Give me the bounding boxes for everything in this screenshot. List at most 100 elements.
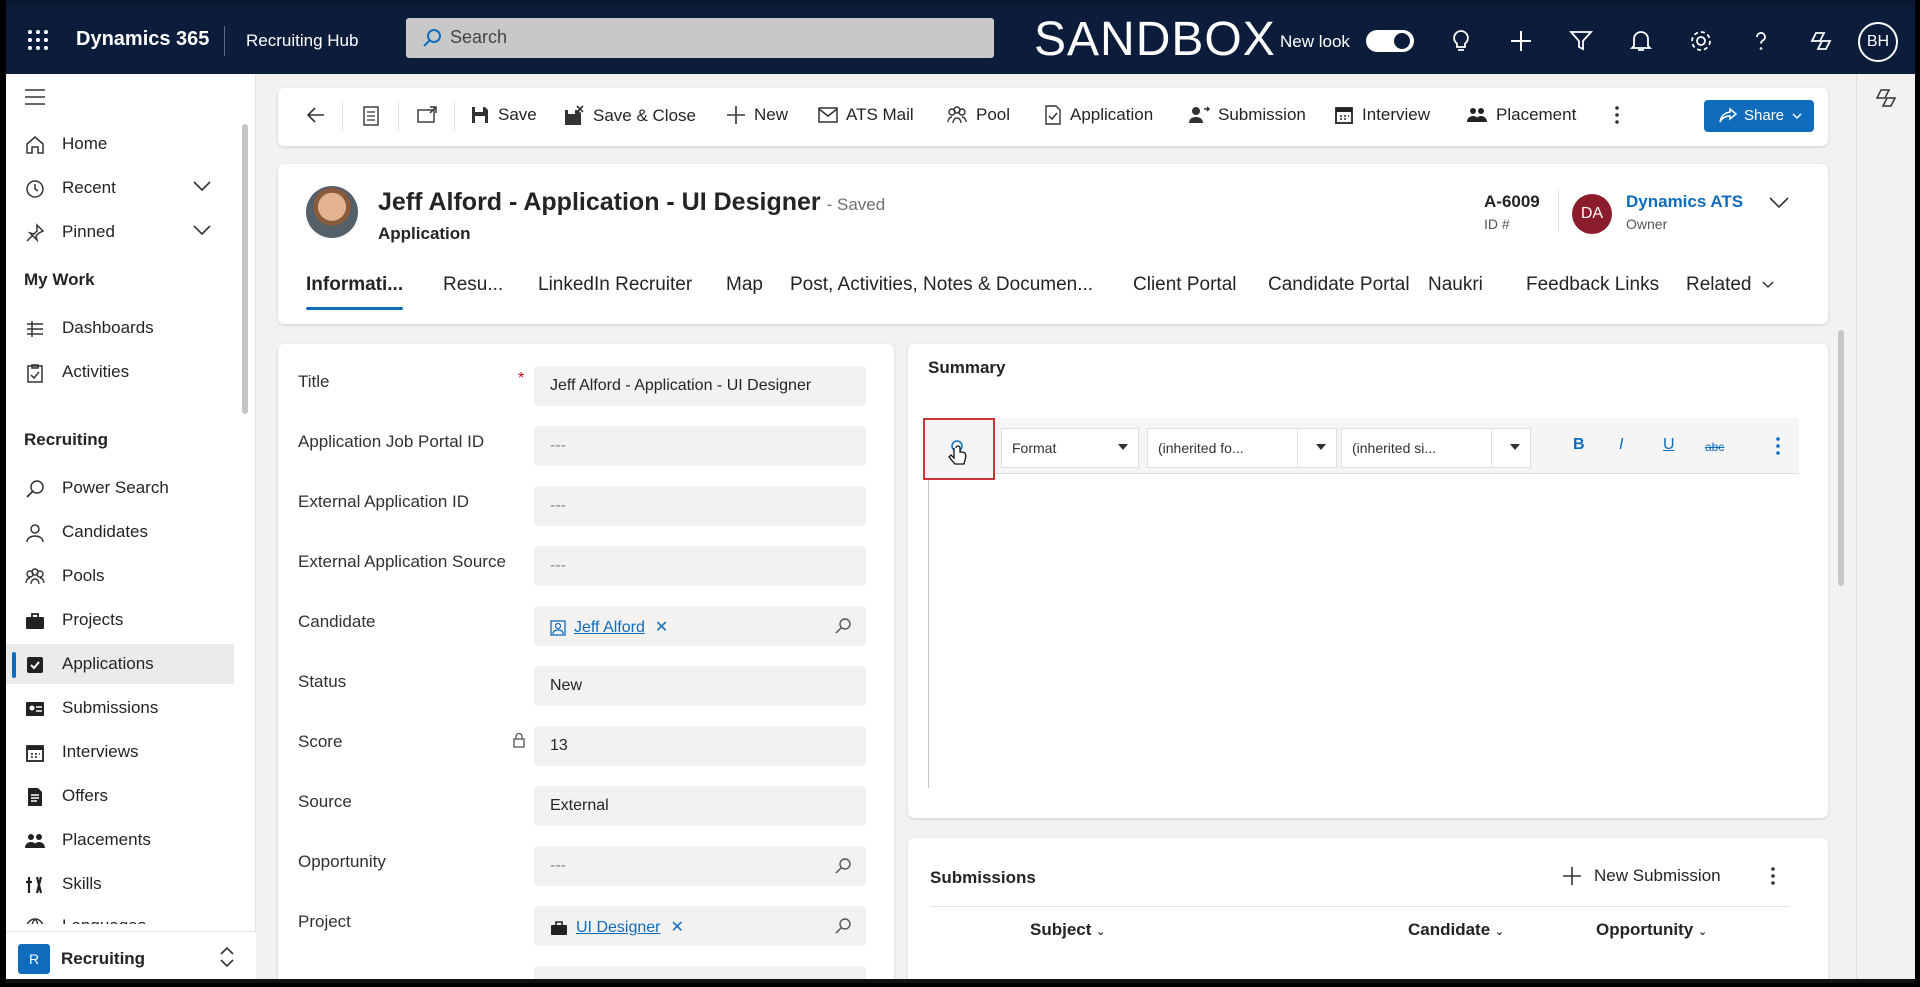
- dashboard-icon: [27, 321, 43, 337]
- column-header-subject[interactable]: Subject ⌄: [1030, 920, 1105, 940]
- more-vertical-icon[interactable]: [1775, 436, 1781, 456]
- tab-post-activities[interactable]: Post, Activities, Notes & Documen...: [790, 274, 1093, 296]
- pool-button[interactable]: Pool: [946, 105, 1010, 125]
- lookup-search-icon[interactable]: [834, 617, 852, 635]
- sidebar-item-applications[interactable]: Applications: [6, 644, 234, 684]
- external-id-input[interactable]: ---: [534, 486, 866, 526]
- remove-candidate-icon[interactable]: ✕: [655, 619, 668, 636]
- open-new-window-button[interactable]: [416, 105, 438, 125]
- rich-text-editor[interactable]: Format (inherited fo... (inherited si...…: [923, 418, 1799, 788]
- candidate-lookup[interactable]: Jeff Alford ✕: [534, 606, 866, 646]
- save-close-button[interactable]: Save & Close: [563, 105, 696, 127]
- new-look-toggle[interactable]: [1366, 30, 1414, 52]
- bell-icon[interactable]: [1628, 28, 1654, 54]
- tab-feedback-links[interactable]: Feedback Links: [1526, 274, 1659, 296]
- clipboard-icon: [27, 364, 43, 383]
- share-button[interactable]: Share: [1704, 100, 1814, 132]
- sidebar-item-activities[interactable]: Activities: [6, 352, 234, 392]
- copilot-icon[interactable]: [1874, 86, 1898, 110]
- highlighted-tool-button[interactable]: [923, 418, 995, 480]
- sidebar-item-power-search[interactable]: Power Search: [6, 468, 234, 508]
- font-size-dropdown[interactable]: (inherited si...: [1341, 428, 1531, 468]
- italic-button[interactable]: I: [1619, 436, 1623, 454]
- waffle-icon[interactable]: [26, 28, 50, 52]
- tab-candidate-portal[interactable]: Candidate Portal: [1268, 274, 1410, 296]
- chevron-down-icon[interactable]: [192, 180, 212, 192]
- sidebar-item-placements[interactable]: Placements: [6, 820, 234, 860]
- user-avatar[interactable]: BH: [1858, 22, 1898, 62]
- bold-button[interactable]: B: [1573, 436, 1585, 454]
- global-search-input[interactable]: Search: [406, 18, 994, 58]
- tab-related[interactable]: Related: [1686, 274, 1775, 296]
- help-icon[interactable]: [1748, 28, 1774, 54]
- title-input[interactable]: Jeff Alford - Application - UI Designer: [534, 366, 866, 406]
- sidebar-item-recent[interactable]: Recent: [6, 168, 234, 208]
- column-header-opportunity[interactable]: Opportunity ⌄: [1596, 920, 1707, 940]
- form-view-button[interactable]: [362, 105, 380, 127]
- submission-button[interactable]: Submission: [1188, 105, 1306, 125]
- tab-information[interactable]: Informati...: [306, 274, 404, 310]
- project-link[interactable]: UI Designer: [576, 919, 660, 936]
- owner-link[interactable]: Dynamics ATS: [1626, 192, 1743, 212]
- remove-project-icon[interactable]: ✕: [670, 919, 683, 936]
- sidebar-item-candidates[interactable]: Candidates: [6, 512, 234, 552]
- ats-mail-button[interactable]: ATS Mail: [818, 105, 914, 125]
- sidebar-item-home[interactable]: Home: [6, 124, 234, 164]
- chevron-down-icon[interactable]: [192, 224, 212, 236]
- plus-icon: [727, 106, 745, 124]
- plus-icon[interactable]: [1508, 28, 1534, 54]
- project-lookup[interactable]: UI Designer ✕: [534, 906, 866, 946]
- sidebar-item-projects[interactable]: Projects: [6, 600, 234, 640]
- filter-icon[interactable]: [1568, 28, 1594, 54]
- external-source-input[interactable]: ---: [534, 546, 866, 586]
- lookup-search-icon[interactable]: [834, 857, 852, 875]
- application-button[interactable]: Application: [1044, 105, 1153, 125]
- gear-icon[interactable]: [1688, 28, 1714, 54]
- lookup-search-icon[interactable]: [834, 917, 852, 935]
- column-header-candidate[interactable]: Candidate ⌄: [1408, 920, 1504, 940]
- source-select[interactable]: External: [534, 786, 866, 826]
- lightbulb-icon[interactable]: [1448, 28, 1474, 54]
- main-scrollbar[interactable]: [1838, 330, 1844, 586]
- candidate-link[interactable]: Jeff Alford: [574, 619, 645, 636]
- sidebar-item-pools[interactable]: Pools: [6, 556, 234, 596]
- sidebar-scrollbar[interactable]: [242, 124, 248, 414]
- tab-client-portal[interactable]: Client Portal: [1133, 274, 1237, 296]
- area-switcher[interactable]: R Recruiting: [6, 931, 256, 979]
- tab-linkedin-recruiter[interactable]: LinkedIn Recruiter: [538, 274, 692, 296]
- more-commands-button[interactable]: [1614, 105, 1620, 125]
- strikethrough-button[interactable]: abc: [1705, 440, 1724, 454]
- tab-naukri[interactable]: Naukri: [1428, 274, 1483, 296]
- new-submission-button[interactable]: New Submission: [1562, 866, 1721, 886]
- placement-button[interactable]: Placement: [1466, 105, 1576, 125]
- back-button[interactable]: [306, 105, 326, 125]
- person-icon: [26, 524, 44, 543]
- sidebar-item-offers[interactable]: Offers: [6, 776, 234, 816]
- owner-label: Owner: [1626, 216, 1668, 232]
- format-dropdown[interactable]: Format: [1001, 428, 1139, 468]
- copilot-icon[interactable]: [1808, 28, 1834, 54]
- save-button[interactable]: Save: [470, 105, 537, 125]
- sidebar-item-interviews[interactable]: Interviews: [6, 732, 234, 772]
- sidebar-item-pinned[interactable]: Pinned: [6, 212, 234, 252]
- tab-map[interactable]: Map: [726, 274, 763, 296]
- more-vertical-icon[interactable]: [1770, 866, 1776, 886]
- next-field-input[interactable]: [534, 966, 866, 979]
- brand-name[interactable]: Dynamics 365: [76, 28, 209, 51]
- status-select[interactable]: New: [534, 666, 866, 706]
- app-name[interactable]: Recruiting Hub: [246, 31, 358, 51]
- interview-button[interactable]: Interview: [1334, 105, 1430, 125]
- new-button[interactable]: New: [726, 105, 788, 125]
- underline-button[interactable]: U: [1663, 436, 1675, 454]
- opportunity-lookup[interactable]: ---: [534, 846, 866, 886]
- tab-resume[interactable]: Resu...: [443, 274, 503, 296]
- sidebar-item-submissions[interactable]: Submissions: [6, 688, 234, 728]
- sidebar-item-languages[interactable]: Languages: [6, 906, 234, 924]
- job-portal-id-input[interactable]: ---: [534, 426, 866, 466]
- sidebar-item-skills[interactable]: Skills: [6, 864, 234, 904]
- chevron-down-icon[interactable]: [1768, 196, 1790, 210]
- sidebar-item-dashboards[interactable]: Dashboards: [6, 308, 234, 348]
- hamburger-menu-icon[interactable]: [24, 88, 46, 106]
- font-family-dropdown[interactable]: (inherited fo...: [1147, 428, 1337, 468]
- field-label: Title: [298, 372, 330, 391]
